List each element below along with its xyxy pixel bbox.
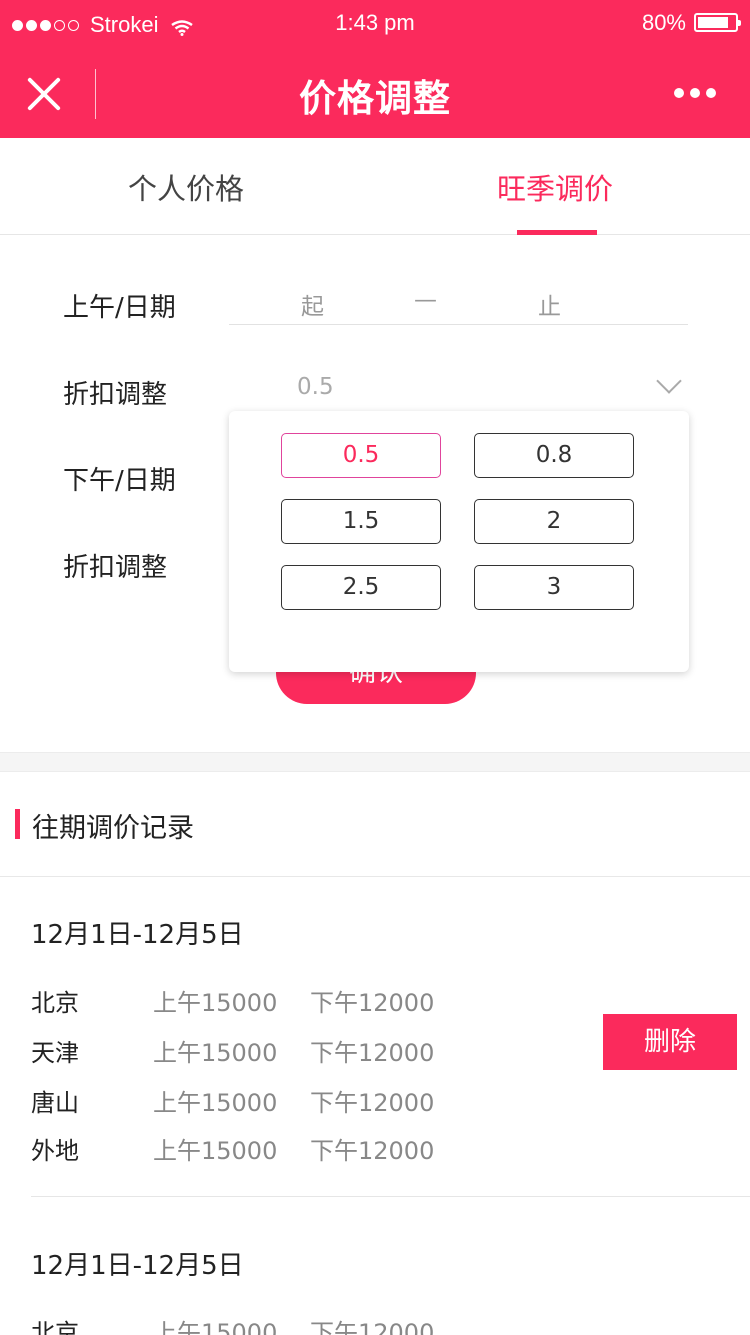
record-city: 北京	[31, 989, 79, 1017]
record-city: 唐山	[31, 1089, 79, 1117]
record-am-price: 上午15000	[153, 1039, 278, 1067]
am-date-range[interactable]: 起 — 止	[229, 280, 688, 325]
date-from-field[interactable]: 起	[301, 287, 324, 321]
record-pm-price: 下午12000	[310, 1089, 435, 1117]
more-dots-icon[interactable]	[674, 88, 716, 98]
discount-option[interactable]: 1.5	[281, 499, 441, 544]
record-am-price: 上午15000	[153, 1089, 278, 1117]
record-pm-price: 下午12000	[310, 1319, 435, 1335]
record-pm-price: 下午12000	[310, 1137, 435, 1165]
discount-option[interactable]: 3	[474, 565, 634, 610]
record-pm-price: 下午12000	[310, 989, 435, 1017]
am-discount-label: 折扣调整	[63, 380, 168, 410]
tab-personal-price[interactable]: 个人价格	[128, 166, 244, 208]
record-am-price: 上午15000	[153, 1319, 278, 1335]
record-am-price: 上午15000	[153, 1137, 278, 1165]
record-city: 天津	[31, 1039, 79, 1067]
status-time: 1:43 pm	[335, 10, 415, 35]
record-pm-price: 下午12000	[310, 1039, 435, 1067]
record-city: 北京	[31, 1319, 79, 1335]
app-header: Strokei 1:43 pm 80% 价格调整	[0, 0, 750, 138]
record-city: 外地	[31, 1137, 79, 1165]
am-date-label: 上午/日期	[63, 293, 176, 323]
tab-peak-season-price[interactable]: 旺季调价	[497, 166, 613, 208]
discount-dropdown: 0.5 0.8 1.5 2 2.5 3	[229, 411, 689, 672]
record-date: 12月1日-12月5日	[31, 920, 244, 950]
chevron-down-icon[interactable]	[656, 368, 682, 394]
delete-button[interactable]: 删除	[603, 1014, 737, 1070]
battery-icon	[694, 13, 741, 32]
active-tab-indicator	[517, 230, 597, 235]
records-header: 往期调价记录	[0, 772, 750, 877]
status-bar: Strokei 1:43 pm 80%	[0, 0, 750, 46]
discount-option[interactable]: 2	[474, 499, 634, 544]
record-am-price: 上午15000	[153, 989, 278, 1017]
tab-bar: 个人价格 旺季调价	[0, 138, 750, 235]
discount-option[interactable]: 0.5	[281, 433, 441, 478]
record-date: 12月1日-12月5日	[31, 1251, 244, 1281]
records-accent-bar	[15, 809, 20, 839]
record-divider	[31, 1196, 750, 1197]
pm-discount-label: 折扣调整	[63, 553, 168, 583]
page-title: 价格调整	[299, 77, 451, 120]
pm-date-label: 下午/日期	[63, 466, 176, 496]
battery-percent: 80%	[641, 10, 686, 35]
section-divider	[0, 752, 750, 772]
date-dash: —	[414, 287, 437, 313]
date-to-field[interactable]: 止	[538, 287, 561, 321]
discount-option[interactable]: 2.5	[281, 565, 441, 610]
discount-option[interactable]: 0.8	[474, 433, 634, 478]
discount-select[interactable]: 0.5	[297, 374, 334, 400]
records-title: 往期调价记录	[32, 813, 194, 844]
